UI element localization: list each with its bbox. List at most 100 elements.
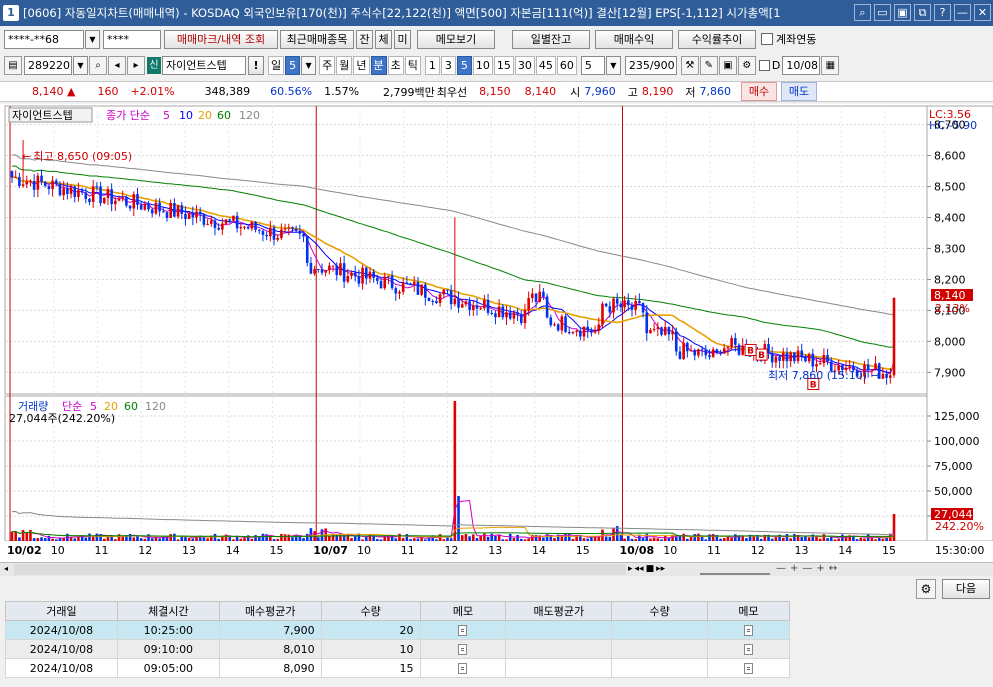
interval-15[interactable]: 15 [493,55,514,75]
rewind-icon[interactable]: ◂◂ [635,563,644,575]
save-icon[interactable]: ▣ [718,55,737,75]
interval-3[interactable]: 3 [440,55,456,75]
price-tick-label: 8,200 [934,273,966,286]
trade-mark-query-button[interactable]: 매매마크/내역 조회 [164,29,278,49]
scroll-left-icon[interactable]: ◂ [4,563,14,575]
scroll-right-icon[interactable]: ▸ [628,563,633,575]
sell-button[interactable]: 매도 [781,82,818,101]
day-dropdown-icon[interactable]: ▼ [301,55,317,75]
count-input[interactable]: 5 [580,55,605,75]
candle-body [368,271,372,279]
period-week[interactable]: 주 [319,55,336,75]
zoom-in-icon[interactable]: + [816,563,824,575]
table-row[interactable]: 2024/10/08 09:10:00 8,010 10 [5,639,790,659]
count-dropdown-icon[interactable]: ▼ [605,55,621,75]
password-input[interactable]: **** [103,29,161,49]
daily-balance-button[interactable]: 일별잔고 [512,29,590,49]
unfilled-button[interactable]: 미 [394,29,411,49]
prev-stock-icon[interactable]: ◂ [108,55,126,75]
calendar-icon[interactable]: ▦ [821,55,840,75]
candle-body [162,211,165,213]
col-buy-avg[interactable]: 매수평균가 [218,601,322,621]
period-second[interactable]: 초 [387,55,404,75]
period-minute[interactable]: 분 [370,55,387,75]
gear-icon[interactable]: ⚙ [737,55,756,75]
memo-edit-icon[interactable] [458,644,468,655]
price-pane[interactable] [4,105,928,395]
period-year[interactable]: 년 [353,55,370,75]
date-input[interactable]: 10/08 [782,55,821,75]
close-icon[interactable]: ✕ [974,4,991,21]
help-icon[interactable]: ? [934,4,951,21]
account-dropdown-icon[interactable]: ▼ [85,29,100,49]
volume-bar [335,534,339,541]
account-input[interactable]: ****-**68 [4,29,84,49]
layout-icon[interactable]: ▤ [4,55,22,75]
candle-body [405,282,409,284]
period-day[interactable]: 일 [268,55,285,75]
search-icon[interactable]: ⌕ [89,55,107,75]
memo-view-button[interactable]: 메모보기 [417,29,495,49]
fit-icon[interactable]: ↔ [829,563,837,575]
period-month[interactable]: 월 [336,55,353,75]
code-dropdown-icon[interactable]: ▼ [73,55,88,75]
interval-30[interactable]: 30 [514,55,535,75]
memo-edit-icon[interactable] [458,663,468,674]
recent-trades-button[interactable]: 최근매매종목 [280,29,354,49]
interval-10[interactable]: 10 [472,55,493,75]
price-volume-chart[interactable]: B BB 자이언트스텝 종가 단순 5 10 20 60 120 LC:3.56 … [0,104,993,562]
memo-icon[interactable] [744,625,754,636]
view-range-input[interactable]: 235/900 [624,55,677,75]
balance-button[interactable]: 잔 [356,29,373,49]
restore-icon[interactable]: ▭ [874,4,891,21]
executed-button[interactable]: 체 [375,29,392,49]
stop-icon[interactable]: ■ [646,563,655,575]
candle-body [494,313,497,318]
profit-rate-trend-button[interactable]: 수익률추이 [678,29,756,49]
memo-edit-icon[interactable] [458,625,468,636]
next-stock-icon[interactable]: ▸ [127,55,145,75]
zoom-slider[interactable] [700,563,770,575]
col-trade-date[interactable]: 거래일 [5,601,118,621]
col-sell-memo[interactable]: 메모 [707,601,790,621]
draw-icon[interactable]: ✎ [699,55,718,75]
fast-forward-icon[interactable]: ▸▸ [656,563,665,575]
table-row[interactable]: 2024/10/08 09:05:00 8,090 15 [5,658,790,678]
horizontal-scrollbar[interactable] [14,564,626,575]
search-icon[interactable]: ⌕ [854,4,871,21]
minimize-icon[interactable]: — [954,4,971,21]
col-exec-time[interactable]: 체결시간 [116,601,220,621]
copy-window-icon[interactable]: ⧉ [914,4,931,21]
candle-body [789,352,792,362]
interval-1[interactable]: 1 [424,55,440,75]
table-row[interactable]: 2024/10/08 10:25:00 7,900 20 [5,620,790,640]
col-sell-qty[interactable]: 수량 [611,601,709,621]
minus-icon[interactable]: — [776,563,786,575]
date-checkbox[interactable] [758,59,770,71]
memo-icon[interactable] [744,663,754,674]
tile-icon[interactable]: ▣ [894,4,911,21]
candle-body [139,204,143,210]
zoom-out-icon[interactable]: — [802,563,812,575]
col-buy-memo[interactable]: 메모 [419,601,507,621]
time-tick-label: 12 [445,544,459,557]
period-tick[interactable]: 틱 [404,55,421,75]
volume-bar [350,538,353,541]
interval-5[interactable]: 5 [456,55,472,75]
col-buy-qty[interactable]: 수량 [320,601,421,621]
next-button[interactable]: 다음 [942,579,990,599]
trade-tools-icon[interactable]: ⚒ [680,55,699,75]
gear-icon[interactable]: ⚙ [916,579,936,599]
interval-60[interactable]: 60 [556,55,577,75]
plus-icon[interactable]: + [790,563,798,575]
col-sell-avg[interactable]: 매도평균가 [505,601,613,621]
account-link-checkbox[interactable] [761,33,773,45]
ma10-label: 10 [179,109,193,122]
day-count[interactable]: 5 [285,55,301,75]
trade-profit-button[interactable]: 매매수익 [595,29,673,49]
warning-button[interactable]: ! [248,55,264,75]
buy-button[interactable]: 매수 [741,82,778,101]
interval-45[interactable]: 45 [535,55,556,75]
stock-code-input[interactable]: 289220 [24,55,72,75]
memo-icon[interactable] [744,644,754,655]
